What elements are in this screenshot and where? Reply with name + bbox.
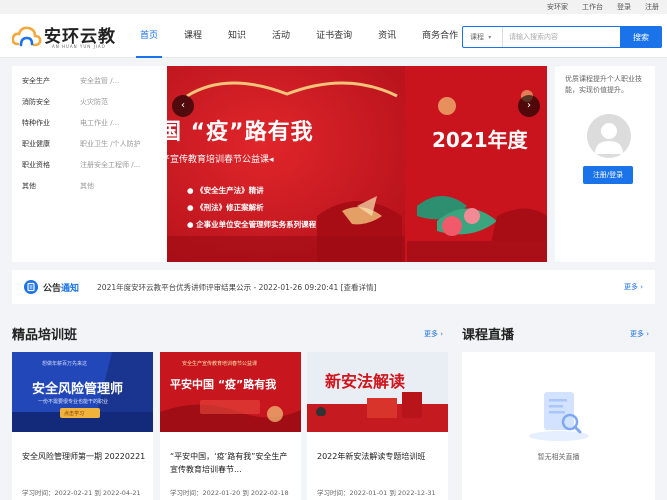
nav-home[interactable]: 首页 [132,14,166,58]
course-card-title[interactable]: “平安中国，‘疫’路有我”安全生产宣传教育培训春节... [170,450,295,476]
category-sub[interactable]: 电工作业 /... [80,118,119,128]
banner-next-title: 2021年度 [432,128,528,152]
carousel-next-button[interactable]: › [518,95,540,117]
course-card-title[interactable]: 2022年新安法解读专题培训班 [317,450,442,463]
course-card[interactable]: 新安法解读 2022年新安法解读专题培训班 学习时间：2022-01-01 到 … [307,352,448,500]
category-item[interactable]: 特种作业 电工作业 /... [12,112,167,133]
live-section-title: 课程直播 [462,328,515,343]
category-menu: 安全生产 安全监管 /... 消防安全 火灾防范 特种作业 电工作业 /... … [12,66,167,262]
card-image-top-text: 安全生产宣传教育培训春节公益课 [182,361,258,367]
banner-bullet: ● 《刑法》修正案解析 [187,203,264,212]
nav-news[interactable]: 资讯 [370,14,404,58]
category-sub[interactable]: 其他 [80,181,94,191]
user-tip: 优质课程提升个人职业技能，实现价值提升。 [565,75,642,94]
nav-business[interactable]: 商务合作 [414,14,466,58]
live-empty-panel: 暂无相关直播 [462,352,655,500]
user-panel: 优质课程提升个人职业技能，实现价值提升。 注册/登录 [555,66,655,262]
logo-subtitle: AN HUAN YUN JIAO [52,44,106,49]
course-card-time: 学习时间：2022-01-20 到 2022-02-18 [170,489,289,497]
cloud-logo-icon [12,26,42,47]
category-name[interactable]: 安全生产 [22,76,80,86]
register-login-button[interactable]: 注册/登录 [583,166,633,184]
category-item[interactable]: 职业健康 职业卫生 /个人防护 [12,133,167,154]
live-more-link[interactable]: 更多 › [630,329,649,339]
header: 安环云教 AN HUAN YUN JIAO 首页 课程 知识 活动 证书查询 资… [0,14,667,58]
card-image-main-text: 新安法解读 [325,372,406,391]
chevron-right-icon: › [527,100,531,111]
category-item[interactable]: 职业资格 注册安全工程师 /... [12,154,167,175]
user-avatar-icon [595,123,623,154]
banner-carousel[interactable]: 国 “疫”路有我 产宣传教育培训春节公益课◂ ● 《安全生产法》精讲 ● 《刑法… [167,66,547,262]
main-nav: 首页 课程 知识 活动 证书查询 资讯 商务合作 [132,14,476,58]
carousel-prev-button[interactable]: ‹ [172,95,194,117]
chevron-down-icon: ▾ [488,34,492,41]
category-sub[interactable]: 注册安全工程师 /... [80,160,140,170]
top-link-anhuanjia[interactable]: 安环家 [547,2,568,12]
top-link-login[interactable]: 登录 [617,2,631,12]
category-sub[interactable]: 安全监管 /... [80,76,119,86]
notice-label: 公告通知 [43,283,80,294]
category-name[interactable]: 职业资格 [22,160,80,170]
notice-more-link[interactable]: 更多 › [624,282,643,292]
notice-text[interactable]: 2021年度安环云教平台优秀讲师评审结果公示 - 2022-01-26 09:2… [97,282,376,293]
training-more-link[interactable]: 更多 › [424,329,443,339]
nav-knowledge[interactable]: 知识 [220,14,254,58]
card-image-mid-text: 一份不需要很专业也能干的职业 [38,399,109,405]
banner-title: 国 “疫”路有我 [167,120,314,145]
notice-icon [24,280,38,294]
nav-courses[interactable]: 课程 [176,14,210,58]
search-input[interactable] [503,27,620,47]
top-link-register[interactable]: 注册 [645,2,659,12]
card-image-main-text: 安全风险管理师 [32,382,124,397]
banner-bullet: ● 《安全生产法》精讲 [187,186,264,195]
course-card[interactable]: 安全生产宣传教育培训春节公益课 平安中国 “疫”路有我 “平安中国，‘疫’路有我… [160,352,301,500]
card-image-button-text: 点击学习 [64,411,85,417]
search-type-label: 课程 [470,33,484,41]
category-sub[interactable]: 职业卫生 /个人防护 [80,139,141,149]
category-name[interactable]: 职业健康 [22,139,80,149]
search-box: 课程 ▾ 搜索 [462,26,662,48]
nav-activities[interactable]: 活动 [264,14,298,58]
avatar [587,114,631,158]
course-card[interactable]: 想做年薪百万先来这 安全风险管理师 一份不需要很专业也能干的职业 点击学习 安全… [12,352,153,500]
empty-document-icon [529,392,589,441]
top-bar: 安环家 工作台 登录 注册 [0,0,667,14]
top-link-workbench[interactable]: 工作台 [582,2,603,12]
notice-bar: 公告通知 2021年度安环云教平台优秀讲师评审结果公示 - 2022-01-26… [12,270,655,304]
category-name[interactable]: 消防安全 [22,97,80,107]
live-empty-text: 暂无相关直播 [537,453,580,461]
category-name[interactable]: 其他 [22,181,80,191]
banner-subtitle: 产宣传教育培训春节公益课◂ [167,155,274,165]
nav-certificate-query[interactable]: 证书查询 [308,14,360,58]
category-name[interactable]: 特种作业 [22,118,80,128]
banner-bullet: ● 企事业单位安全管理师实务系列课程 [187,220,317,229]
site-logo[interactable]: 安环云教 AN HUAN YUN JIAO [12,22,122,52]
course-card-title[interactable]: 安全风险管理师第一期 20220221 [22,450,147,463]
banner-bullets: ● 《安全生产法》精讲 ● 《刑法》修正案解析 ● 企事业单位安全管理师实务系列… [187,182,316,233]
course-card-time: 学习时间：2022-01-01 到 2022-12-31 [317,489,436,497]
search-type-select[interactable]: 课程 ▾ [463,27,503,47]
card-image-top-text: 想做年薪百万先来这 [42,361,88,367]
training-section-title: 精品培训班 [12,328,78,343]
card-image-main-text: 平安中国 “疫”路有我 [170,378,277,391]
top-links: 安环家 工作台 登录 注册 [547,0,659,14]
search-button[interactable]: 搜索 [620,26,662,48]
chevron-left-icon: ‹ [181,100,185,111]
course-card-image [307,352,448,432]
category-item[interactable]: 安全生产 安全监管 /... [12,70,167,91]
category-item[interactable]: 消防安全 火灾防范 [12,91,167,112]
category-sub[interactable]: 火灾防范 [80,97,108,107]
course-card-time: 学习时间：2022-02-21 到 2022-04-21 [22,489,141,497]
category-item[interactable]: 其他 其他 [12,175,167,196]
